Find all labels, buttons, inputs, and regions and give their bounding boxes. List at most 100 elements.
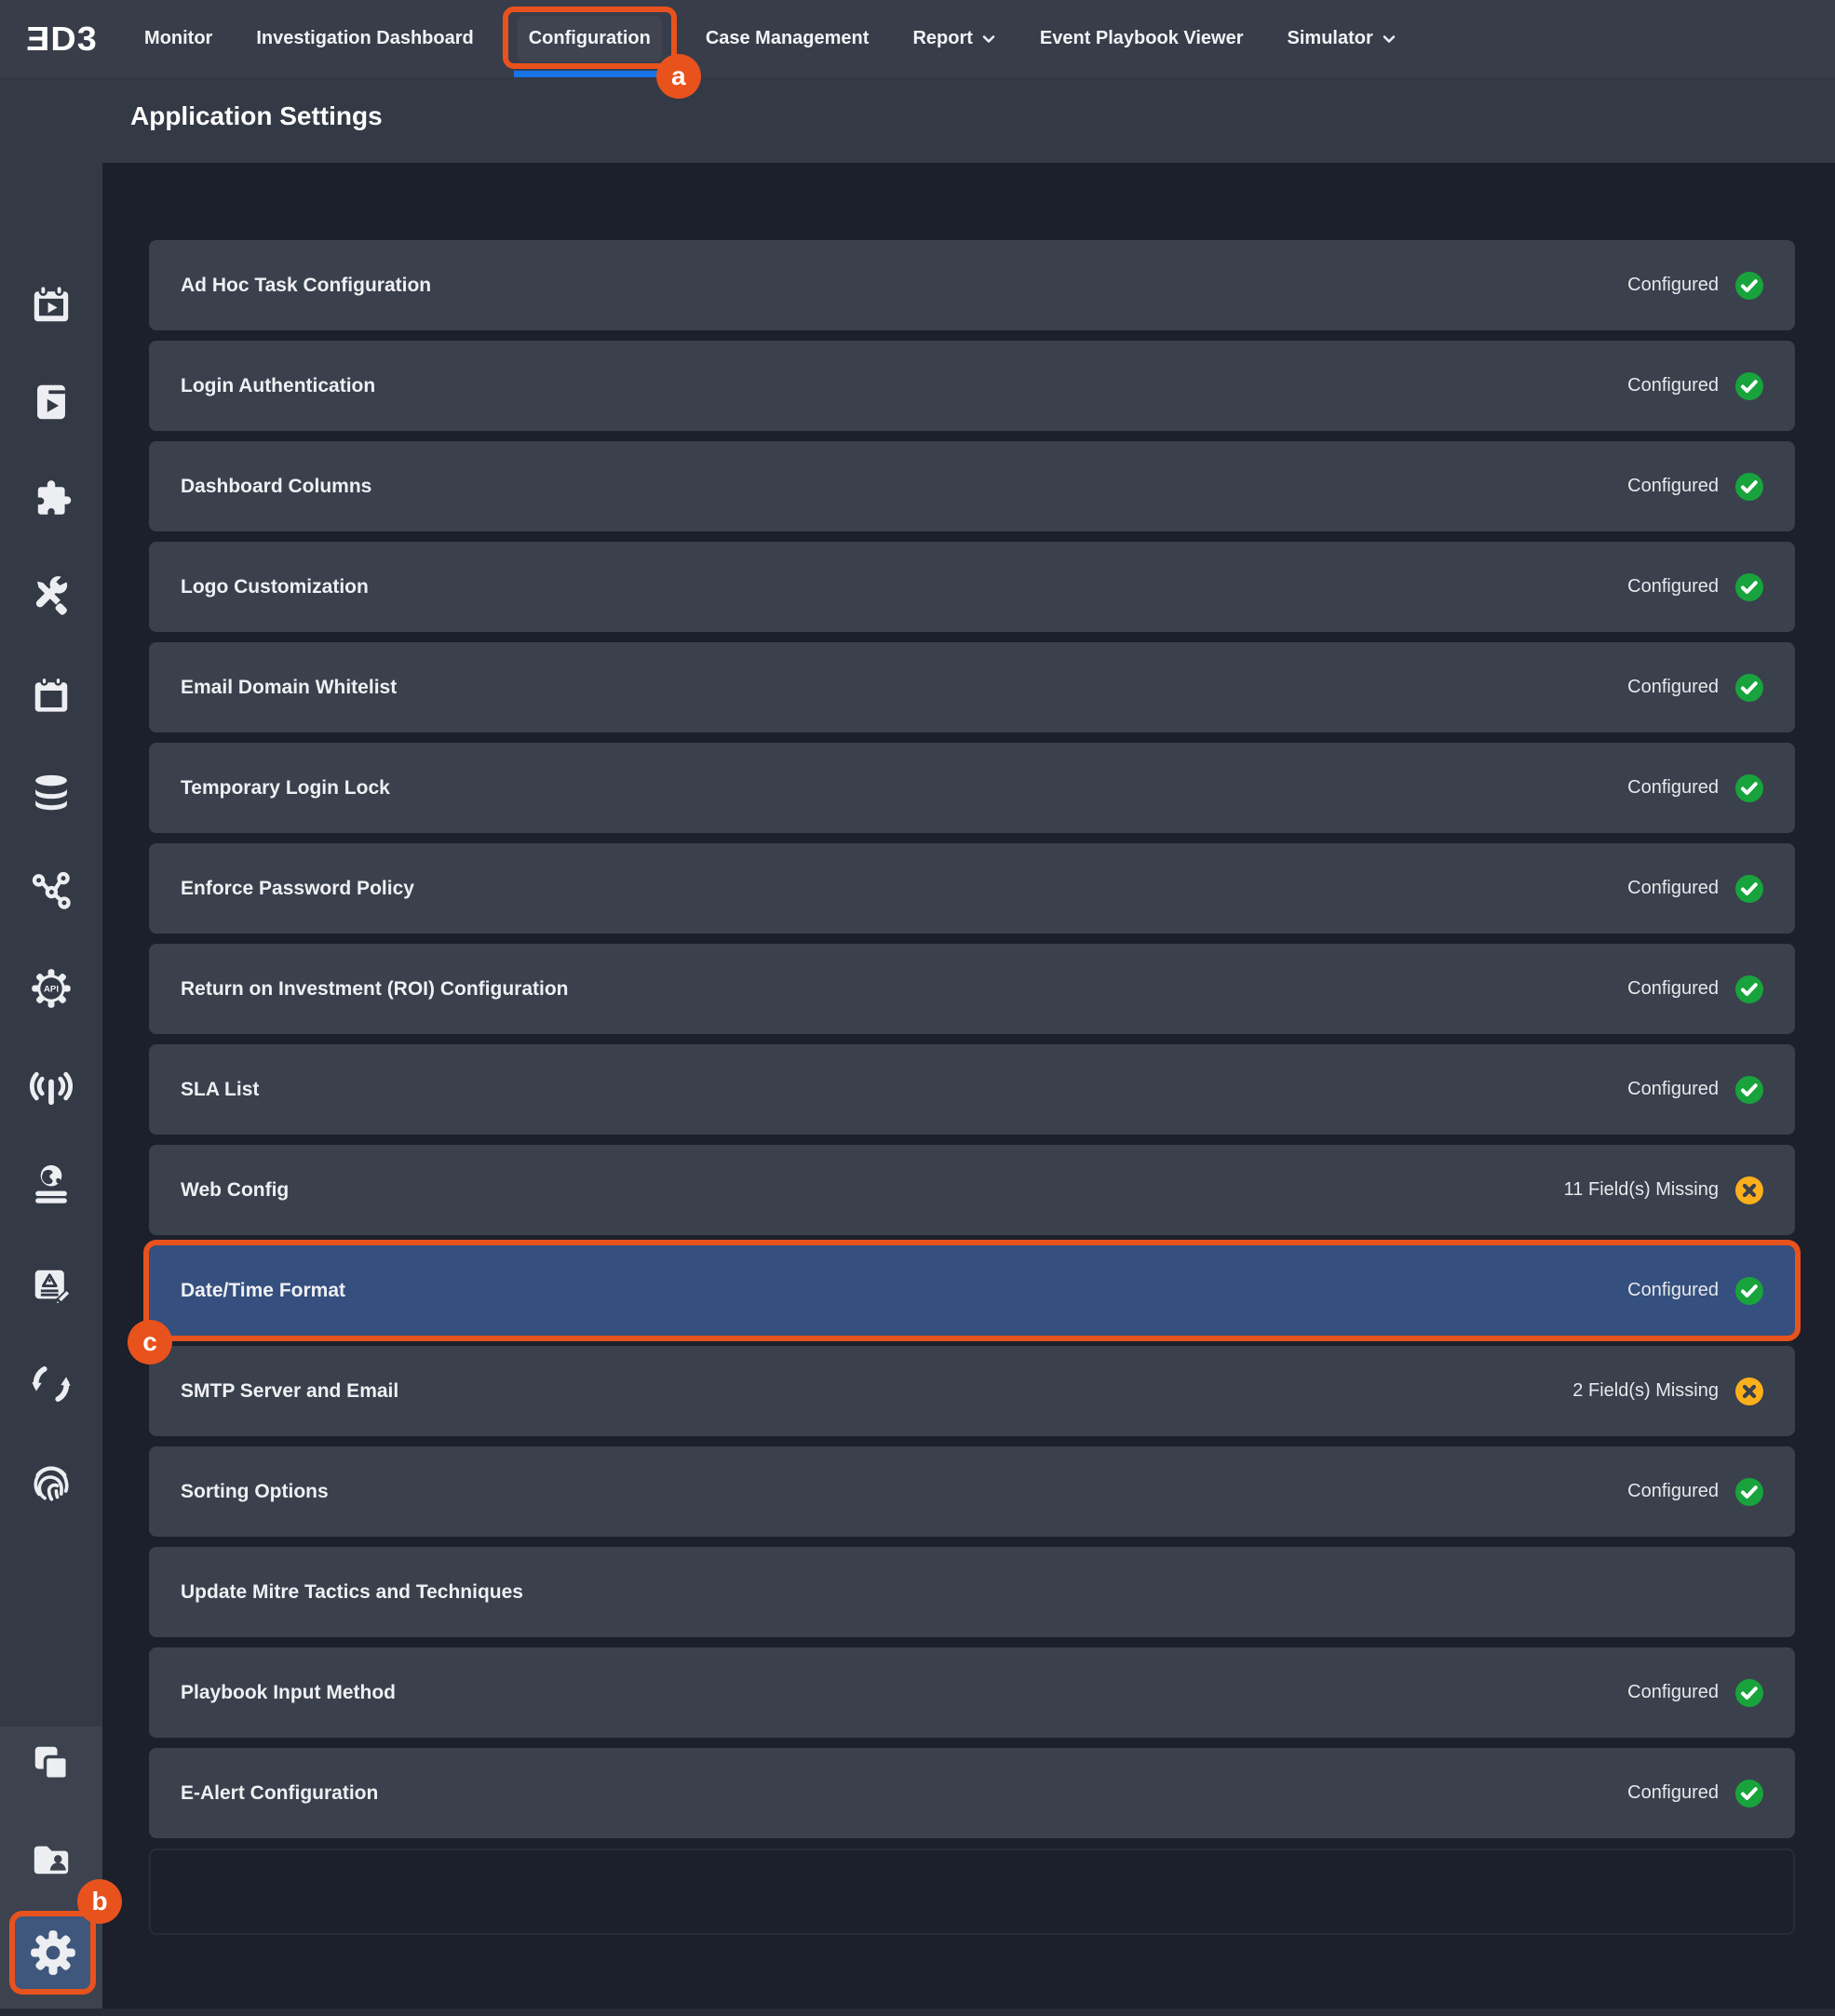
globe-list-icon[interactable] — [29, 1162, 74, 1206]
settings-row-date-time-format[interactable]: Date/Time Format Configured c — [149, 1245, 1795, 1336]
chevron-down-icon — [1382, 32, 1396, 47]
nav-label: Report — [912, 16, 972, 61]
sync-icon[interactable] — [29, 1362, 74, 1406]
settings-row[interactable]: Update Mitre Tactics and Techniques — [149, 1547, 1795, 1637]
calendar-icon[interactable] — [29, 673, 74, 718]
setting-status: Configured — [1627, 275, 1719, 296]
chevron-down-icon — [981, 32, 996, 47]
folder-user-icon[interactable] — [29, 1836, 74, 1881]
nav-item-case-management[interactable]: Case Management — [706, 0, 870, 77]
tools-icon[interactable] — [29, 575, 74, 620]
nav-item-simulator[interactable]: Simulator — [1288, 0, 1396, 77]
settings-row[interactable]: Web Config 11 Field(s) Missing — [149, 1145, 1795, 1235]
settings-row[interactable]: Playbook Input Method Configured — [149, 1647, 1795, 1738]
configured-check-icon — [1735, 1277, 1763, 1305]
missing-x-icon — [1735, 1378, 1763, 1405]
configured-check-icon — [1735, 774, 1763, 802]
settings-gear-icon — [29, 1929, 77, 1977]
settings-row[interactable]: Login Authentication Configured — [149, 341, 1795, 431]
setting-label: Update Mitre Tactics and Techniques — [181, 1581, 1747, 1604]
nav-item-monitor[interactable]: Monitor — [144, 0, 212, 77]
configured-check-icon — [1735, 1679, 1763, 1707]
settings-row[interactable]: Return on Investment (ROI) Configuration… — [149, 944, 1795, 1034]
page-title: Application Settings — [130, 101, 383, 131]
page-bottom-edge — [0, 2009, 1835, 2016]
settings-row[interactable]: Email Domain Whitelist Configured — [149, 642, 1795, 732]
nav-label: Simulator — [1288, 16, 1373, 61]
configured-check-icon — [1735, 272, 1763, 300]
copy-icon[interactable] — [29, 1740, 74, 1785]
setting-status: Configured — [1627, 576, 1719, 598]
setting-label: Playbook Input Method — [181, 1682, 1627, 1704]
configured-check-icon — [1735, 975, 1763, 1003]
settings-row[interactable]: Enforce Password Policy Configured — [149, 843, 1795, 934]
setting-label: Temporary Login Lock — [181, 777, 1627, 800]
share-nodes-icon[interactable] — [29, 868, 74, 913]
setting-status: Configured — [1627, 1782, 1719, 1804]
nav-item-event-playbook-viewer[interactable]: Event Playbook Viewer — [1040, 0, 1244, 77]
nav-label: Investigation Dashboard — [256, 16, 473, 61]
settings-row[interactable]: Temporary Login Lock Configured — [149, 743, 1795, 833]
setting-status: Configured — [1627, 1481, 1719, 1502]
setting-status: Configured — [1627, 375, 1719, 396]
setting-label: Login Authentication — [181, 375, 1627, 397]
setting-status: Configured — [1627, 1280, 1719, 1301]
playbook-icon[interactable] — [29, 380, 74, 424]
configured-check-icon — [1735, 1478, 1763, 1506]
setting-status: 11 Field(s) Missing — [1564, 1179, 1719, 1201]
settings-row[interactable]: Dashboard Columns Configured — [149, 441, 1795, 531]
setting-label: Return on Investment (ROI) Configuration — [181, 978, 1627, 1001]
fingerprint-icon[interactable] — [29, 1459, 74, 1504]
api-gear-icon[interactable]: API — [29, 966, 74, 1011]
nav-label: Configuration — [518, 16, 662, 61]
d3-logo-text: ƎD3 — [26, 20, 98, 59]
nav-item-investigation-dashboard[interactable]: Investigation Dashboard — [256, 0, 473, 77]
setting-label: Email Domain Whitelist — [181, 677, 1627, 699]
setting-status: Configured — [1627, 777, 1719, 799]
broadcast-antenna-icon[interactable] — [29, 1064, 74, 1109]
settings-gear-button[interactable] — [9, 1911, 96, 1995]
database-icon[interactable] — [29, 771, 74, 815]
top-navbar: ƎD3 Monitor Investigation Dashboard Conf… — [0, 0, 1835, 77]
settings-row[interactable]: Ad Hoc Task Configuration Configured — [149, 240, 1795, 330]
setting-status: Configured — [1627, 978, 1719, 1000]
setting-status: Configured — [1627, 1682, 1719, 1703]
application-settings-page: ƎD3 Monitor Investigation Dashboard Conf… — [0, 0, 1835, 2016]
configured-check-icon — [1735, 473, 1763, 501]
integrations-puzzle-icon[interactable] — [29, 477, 74, 522]
setting-label: Date/Time Format — [181, 1280, 1627, 1302]
setting-status: Configured — [1627, 878, 1719, 899]
d3-logo[interactable]: ƎD3 — [28, 0, 98, 77]
calendar-play-icon[interactable] — [29, 282, 74, 327]
settings-row[interactable]: Sorting Options Configured — [149, 1446, 1795, 1537]
nav-item-configuration[interactable]: Configuration a — [518, 0, 662, 77]
setting-label: Logo Customization — [181, 576, 1627, 598]
annotation-marker-c: c — [128, 1320, 172, 1364]
configured-check-icon — [1735, 372, 1763, 400]
settings-row[interactable]: E-Alert Configuration Configured — [149, 1748, 1795, 1838]
configured-check-icon — [1735, 674, 1763, 702]
nav-label: Event Playbook Viewer — [1040, 16, 1244, 61]
settings-list: Ad Hoc Task Configuration Configured Log… — [149, 240, 1795, 1935]
settings-row[interactable]: SLA List Configured — [149, 1044, 1795, 1135]
annotation-marker-b: b — [77, 1879, 122, 1924]
setting-label: SLA List — [181, 1079, 1627, 1101]
annotation-marker-a: a — [656, 54, 701, 99]
setting-status: Configured — [1627, 1079, 1719, 1100]
settings-row[interactable]: Logo Customization Configured — [149, 542, 1795, 632]
setting-label: SMTP Server and Email — [181, 1380, 1572, 1403]
nav-label: Monitor — [144, 16, 212, 61]
configured-check-icon — [1735, 1076, 1763, 1104]
setting-label: Sorting Options — [181, 1481, 1627, 1503]
missing-x-icon — [1735, 1176, 1763, 1204]
left-sidebar: API — [0, 163, 102, 2009]
settings-panel: Ad Hoc Task Configuration Configured Log… — [102, 163, 1835, 2016]
nav-item-report[interactable]: Report — [912, 0, 995, 77]
setting-label: Web Config — [181, 1179, 1564, 1202]
settings-row[interactable]: SMTP Server and Email 2 Field(s) Missing — [149, 1346, 1795, 1436]
setting-status: 2 Field(s) Missing — [1572, 1380, 1719, 1402]
nav-label: Case Management — [706, 16, 870, 61]
incident-report-edit-icon[interactable] — [29, 1264, 74, 1309]
setting-label: Enforce Password Policy — [181, 878, 1627, 900]
configured-check-icon — [1735, 1780, 1763, 1808]
